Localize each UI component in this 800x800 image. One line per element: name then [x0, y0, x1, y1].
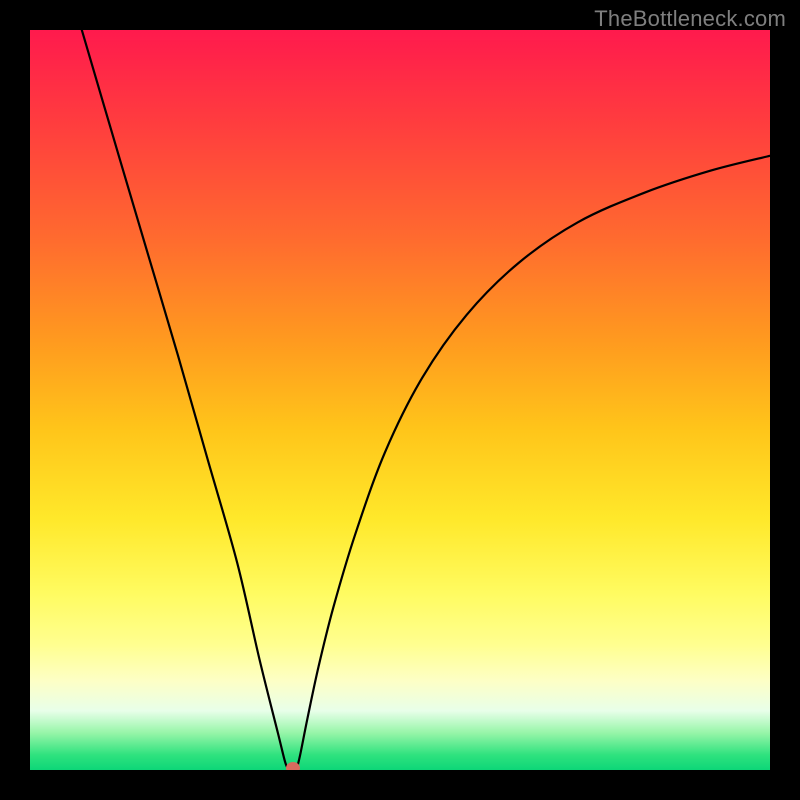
chart-frame: TheBottleneck.com: [0, 0, 800, 800]
minimum-marker: [286, 762, 300, 770]
watermark-text: TheBottleneck.com: [594, 6, 786, 32]
bottleneck-curve: [30, 30, 770, 770]
plot-area: [30, 30, 770, 770]
